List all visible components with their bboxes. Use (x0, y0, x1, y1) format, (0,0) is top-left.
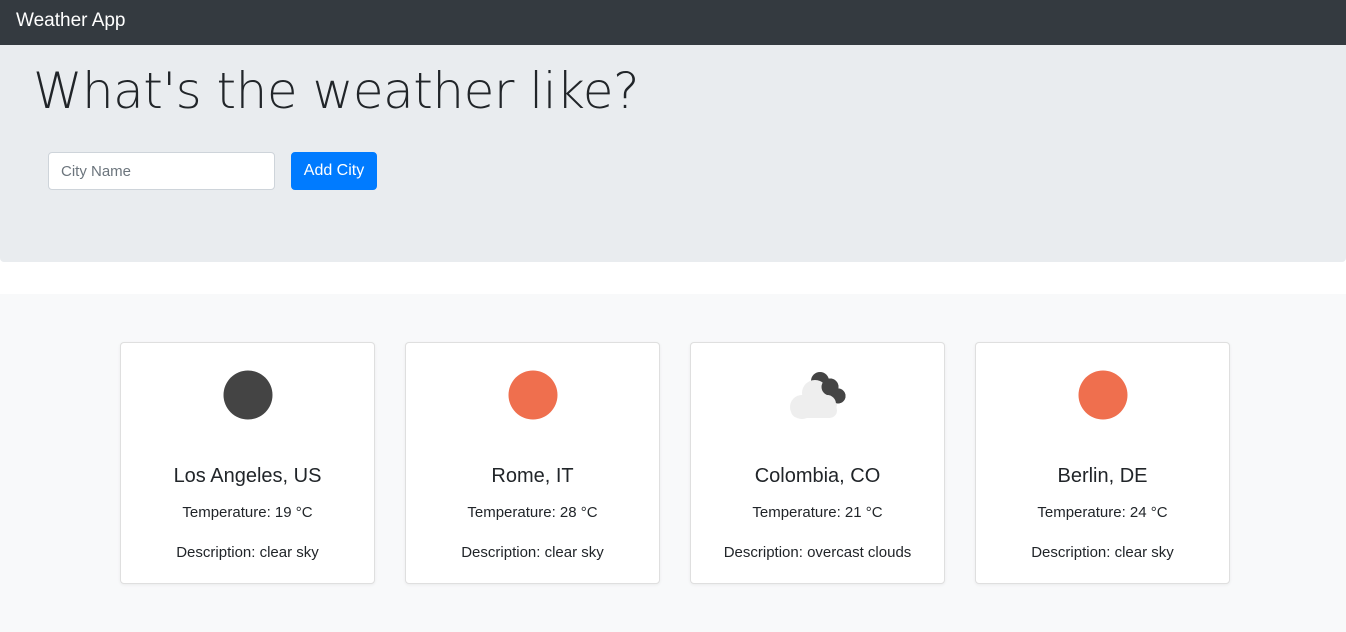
city-card-rome: Rome, IT Temperature: 28 °C Description:… (405, 342, 660, 584)
city-card-los-angeles: Los Angeles, US Temperature: 19 °C Descr… (120, 342, 375, 584)
city-card-berlin: Berlin, DE Temperature: 24 °C Descriptio… (975, 342, 1230, 584)
add-city-button[interactable]: Add City (291, 152, 377, 190)
city-name: Colombia, CO (754, 465, 881, 487)
city-name: Rome, IT (491, 465, 574, 487)
clear-night-icon (121, 365, 374, 425)
city-cards-section: Los Angeles, US Temperature: 19 °C Descr… (0, 294, 1346, 632)
city-description: Description: clear sky (461, 544, 604, 561)
city-temperature: Temperature: 21 °C (752, 504, 883, 521)
city-description: Description: clear sky (1031, 544, 1174, 561)
cloud-icon (691, 365, 944, 425)
city-name: Los Angeles, US (173, 465, 322, 487)
hero-section: What's the weather like? Add City (0, 45, 1346, 262)
city-name: Berlin, DE (1057, 465, 1148, 487)
city-card-colombia: Colombia, CO Temperature: 21 °C Descript… (690, 342, 945, 584)
city-temperature: Temperature: 19 °C (182, 504, 313, 521)
sun-icon (976, 365, 1229, 425)
navbar: Weather App (0, 0, 1346, 45)
city-description: Description: clear sky (176, 544, 319, 561)
sun-icon (406, 365, 659, 425)
city-name-input[interactable] (48, 152, 275, 190)
city-temperature: Temperature: 28 °C (467, 504, 598, 521)
city-description: Description: overcast clouds (723, 544, 912, 561)
page-title: What's the weather like? (33, 62, 640, 120)
navbar-brand[interactable]: Weather App (16, 9, 126, 33)
city-temperature: Temperature: 24 °C (1037, 504, 1168, 521)
